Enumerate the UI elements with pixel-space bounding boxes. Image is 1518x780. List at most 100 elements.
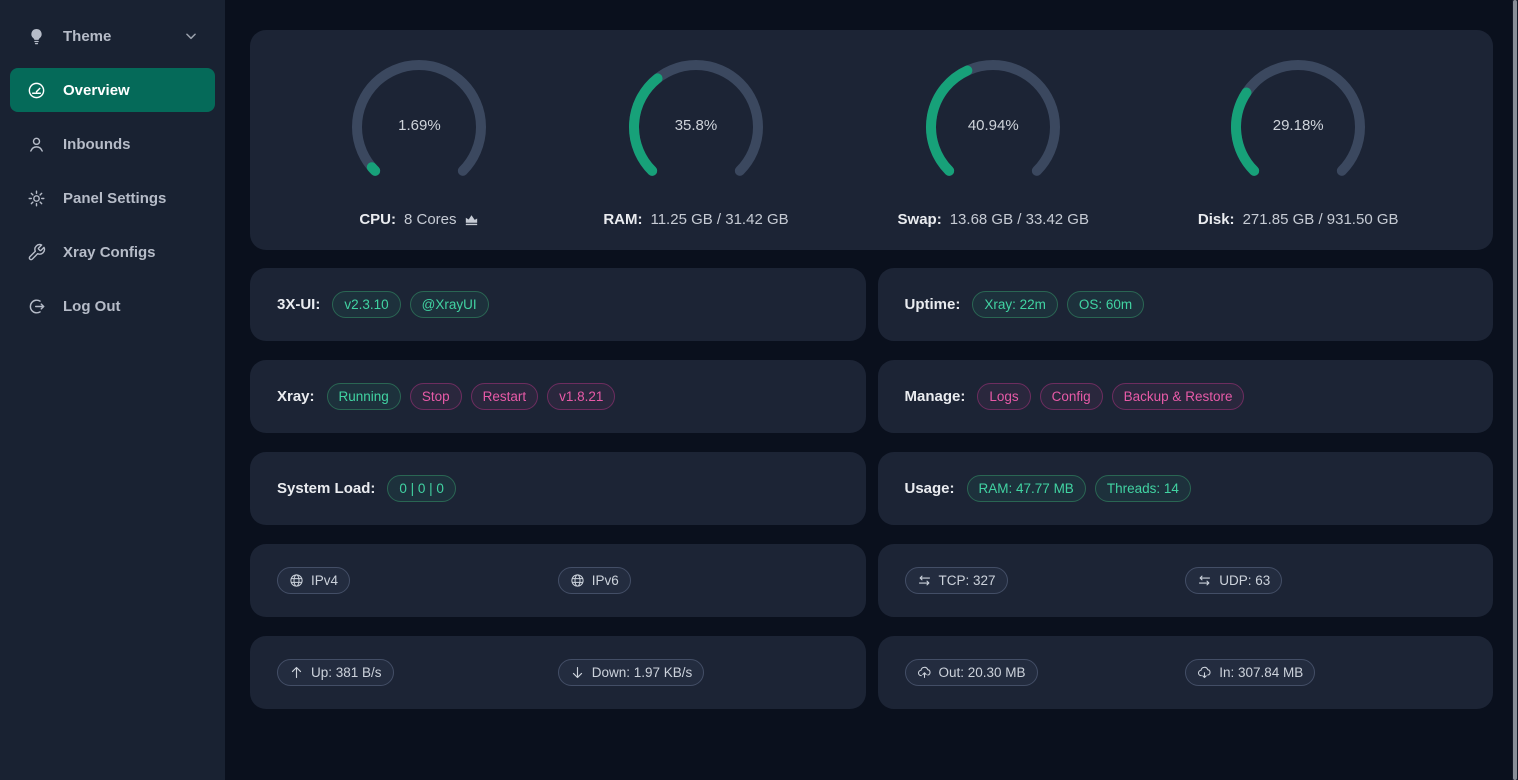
udp-tag-label: UDP: 63 [1219,571,1270,591]
up-speed-tag: Up: 381 B/s [277,659,394,687]
up-speed-label: Up: 381 B/s [311,663,382,683]
chevron-down-icon[interactable] [184,29,198,43]
ipv6-tag: IPv6 [558,567,631,595]
cpu-gauge: 1.69% CPU: 8 Cores [344,52,494,228]
sidebar-item-log-out[interactable]: Log Out [10,284,215,328]
cpu-label: CPU: 8 Cores [359,211,479,228]
xray-stop-button[interactable]: Stop [410,383,462,411]
xray-status-card: Xray: Running Stop Restart v1.8.21 [250,360,866,433]
xrayui-telegram-tag[interactable]: @XrayUI [410,291,489,319]
traffic-totals-card: Out: 20.30 MB In: 307.84 MB [878,636,1494,709]
sidebar-item-label: Theme [63,28,111,45]
traffic-in-column: In: 307.84 MB [1185,659,1466,687]
sidebar-item-label: Xray Configs [63,244,156,261]
logs-button[interactable]: Logs [977,383,1030,411]
xui-version-tag: v2.3.10 [332,291,400,319]
ipv6-tag-label: IPv6 [592,571,619,591]
swap-arrows-icon [1197,573,1212,588]
ram-label-bold: RAM: [603,211,642,228]
area-chart-icon [463,211,480,228]
network-speed-card: Up: 381 B/s Down: 1.97 KB/s [250,636,866,709]
disk-label-value: 271.85 GB / 931.50 GB [1243,211,1399,228]
sidebar-item-label: Inbounds [63,136,131,153]
ipv4-tag-label: IPv4 [311,571,338,591]
usage-card: Usage: RAM: 47.77 MB Threads: 14 [878,452,1494,525]
sidebar-item-xray-configs[interactable]: Xray Configs [10,230,215,274]
globe-icon [289,573,304,588]
gear-icon [27,189,46,208]
cloud-upload-icon [917,665,932,680]
logout-icon [27,297,46,316]
connections-card: TCP: 327 UDP: 63 [878,544,1494,617]
xray-version-button[interactable]: v1.8.21 [547,383,615,411]
scrollbar-thumb[interactable] [1513,0,1517,780]
traffic-out-column: Out: 20.30 MB [905,659,1186,687]
bulb-icon [27,27,46,46]
info-cards-grid: 3X-UI: v2.3.10 @XrayUI Uptime: Xray: 22m… [250,268,1493,709]
user-icon [27,135,46,154]
uptime-card: Uptime: Xray: 22m OS: 60m [878,268,1494,341]
system-gauges-card: 1.69% CPU: 8 Cores 35.8% RAM: 11.25 GB /… [250,30,1493,250]
arrow-down-icon [570,665,585,680]
cpu-percent: 1.69% [344,117,494,134]
xray-uptime-tag: Xray: 22m [972,291,1058,319]
system-load-tag: 0 | 0 | 0 [387,475,456,503]
swap-label-value: 13.68 GB / 33.42 GB [950,211,1089,228]
disk-label: Disk: 271.85 GB / 931.50 GB [1198,211,1399,228]
xray-restart-button[interactable]: Restart [471,383,539,411]
sidebar-item-theme[interactable]: Theme [10,14,215,58]
sidebar-item-inbounds[interactable]: Inbounds [10,122,215,166]
manage-card: Manage: Logs Config Backup & Restore [878,360,1494,433]
backup-restore-button[interactable]: Backup & Restore [1112,383,1245,411]
xray-running-badge: Running [327,383,401,411]
sidebar-item-label: Overview [63,82,130,99]
swap-label-bold: Swap: [898,211,942,228]
traffic-out-tag: Out: 20.30 MB [905,659,1038,687]
cpu-label-bold: CPU: [359,211,396,228]
disk-label-bold: Disk: [1198,211,1235,228]
system-load-label: System Load: [277,480,375,497]
sidebar-item-label: Panel Settings [63,190,166,207]
tcp-count-tag: TCP: 327 [905,567,1008,595]
sidebar: Theme Overview Inbounds Panel Settings X… [0,0,225,780]
threads-tag: Threads: 14 [1095,475,1191,503]
ipv4-tag: IPv4 [277,567,350,595]
system-load-card: System Load: 0 | 0 | 0 [250,452,866,525]
ip-addresses-card: IPv4 IPv6 [250,544,866,617]
disk-gauge: 29.18% Disk: 271.85 GB / 931.50 GB [1198,52,1399,228]
down-speed-label: Down: 1.97 KB/s [592,663,693,683]
ram-label: RAM: 11.25 GB / 31.42 GB [603,211,788,228]
swap-gauge: 40.94% Swap: 13.68 GB / 33.42 GB [898,52,1089,228]
ipv6-column: IPv6 [558,567,839,595]
manage-label: Manage: [905,388,966,405]
globe-icon [570,573,585,588]
swap-label: Swap: 13.68 GB / 33.42 GB [898,211,1089,228]
ram-label-value: 11.25 GB / 31.42 GB [650,211,788,228]
swap-percent: 40.94% [918,117,1068,134]
down-speed-tag: Down: 1.97 KB/s [558,659,705,687]
ram-gauge: 35.8% RAM: 11.25 GB / 31.42 GB [603,52,788,228]
overview-page: 1.69% CPU: 8 Cores 35.8% RAM: 11.25 GB /… [225,0,1518,780]
config-button[interactable]: Config [1040,383,1103,411]
ram-usage-tag: RAM: 47.77 MB [967,475,1086,503]
traffic-in-label: In: 307.84 MB [1219,663,1303,683]
up-speed-column: Up: 381 B/s [277,659,558,687]
os-uptime-tag: OS: 60m [1067,291,1144,319]
tcp-column: TCP: 327 [905,567,1186,595]
cpu-label-value: 8 Cores [404,211,457,228]
dashboard-gauge-icon [27,81,46,100]
sidebar-item-label: Log Out [63,298,120,315]
xray-label: Xray: [277,388,315,405]
traffic-in-tag: In: 307.84 MB [1185,659,1315,687]
xui-version-card: 3X-UI: v2.3.10 @XrayUI [250,268,866,341]
ram-percent: 35.8% [621,117,771,134]
xui-label: 3X-UI: [277,296,320,313]
arrow-up-icon [289,665,304,680]
disk-percent: 29.18% [1223,117,1373,134]
sidebar-item-panel-settings[interactable]: Panel Settings [10,176,215,220]
usage-label: Usage: [905,480,955,497]
udp-count-tag: UDP: 63 [1185,567,1282,595]
cloud-download-icon [1197,665,1212,680]
sidebar-item-overview[interactable]: Overview [10,68,215,112]
tcp-tag-label: TCP: 327 [939,571,996,591]
